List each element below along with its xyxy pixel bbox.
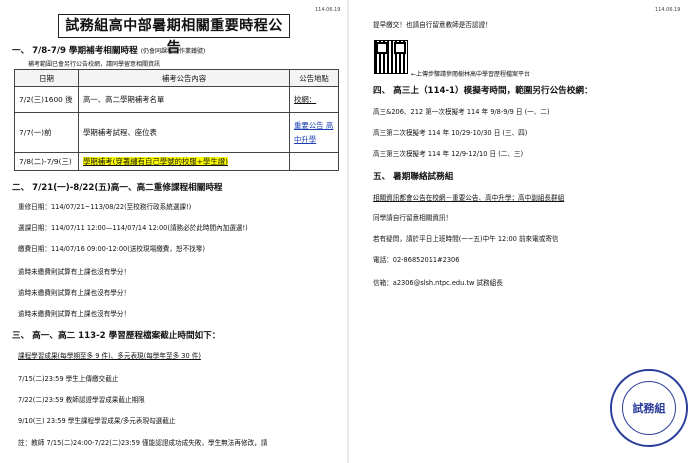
section-2-line: 逾時未繳費則試算有上課也沒有學分！ (18, 268, 131, 276)
makeup-exam-table: 日期 補考公告內容 公告地點 7/2(三)1600 後 高一、高二學期補考名單 … (14, 69, 339, 171)
phone-line: 電話：02-86852011#2306 (373, 256, 460, 264)
row-content: 學期補考試程、座位表 (78, 112, 290, 153)
row-place-link[interactable]: 重要公告 高中升學 (289, 112, 339, 153)
row-content: 學期補考(穿著繡有自己學號的校服+學生證) (78, 152, 290, 171)
section-3-line: 7/15(二)23:59 學生上傳繳交截止 (18, 375, 119, 383)
section-5-line: 若有疑問，請於平日上班時間(一~五)中午 12:00 前來電或寄信 (373, 235, 559, 243)
seal-inner: 試務組 (622, 381, 676, 435)
table-row: 7/8(二)-7/9(三) 學期補考(穿著繡有自己學號的校服+學生證) (14, 152, 339, 171)
col-date-header: 日期 (14, 69, 79, 87)
row-date: 7/7(一)前 (14, 112, 79, 153)
col-place-header: 公告地點 (289, 69, 339, 87)
row-date: 7/8(二)-7/9(三) (14, 152, 79, 171)
table-row: 7/7(一)前 學期補考試程、座位表 重要公告 高中升學 (14, 112, 339, 153)
section-3-heading: 三、 高一、高二 113-2 學習歷程檔案截止時間如下： (12, 331, 221, 341)
top-line: 提早繳交！也請自行留意教師是否認證！ (373, 21, 492, 29)
section-2-heading: 二、 7/21(一)-8/22(五)高一、高二重修課程相關時程 (12, 183, 223, 193)
section-4-line: 高三第三次模擬考 114 年 12/9-12/10 日 (二、三) (373, 150, 524, 158)
section-3-line: 9/10(三) 23:59 學生課程學習成果/多元表現勾選截止 (18, 417, 176, 425)
section-1-note: 補考範圍已會另行公告校網，請同學留意相關資訊 (28, 61, 161, 68)
section-2-line: 繳費日期：114/07/16 09:00-12:00(送校現場繳費，恕不找零) (18, 245, 205, 253)
table-row: 7/2(三)1600 後 高一、高二學期補考名單 校網： (14, 86, 339, 113)
section-2-line: 逾時未繳費則試算有上課也沒有學分！ (18, 289, 131, 297)
makeup-highlight: 學期補考(穿著繡有自己學號的校服+學生證) (83, 157, 228, 166)
section-2-line: 選課日期：114/07/11 12:00—114/07/14 12:00(請務必… (18, 224, 248, 232)
section-4-line: 高三第二次模擬考 114 年 10/29-10/30 日 (三、四) (373, 129, 528, 137)
section-5-line[interactable]: 相關資訊都會公告在校網－重要公告、高中升學；高中副組長群組 (373, 192, 564, 202)
seal-main-text: 試務組 (632, 402, 666, 415)
table-header-row: 日期 補考公告內容 公告地點 (14, 69, 339, 87)
section-4-line: 高三&206、212 第一次模擬考 114 年 9/8-9/9 日 (一、二) (373, 108, 550, 116)
qr-caption: ←上傳步驟請參閱樹林高中學習歷程檔案平台 (411, 71, 531, 78)
section-3-sub: 課程學習成果(每學期至多 9 件)、多元表現(每學年至多 30 件) (18, 352, 201, 360)
row-place (289, 152, 339, 171)
section-1-heading: 一、 7/8-7/9 學期補考相關時程 (仍會同課程暨作業鐵號) (12, 46, 206, 56)
section-5-heading: 五、 暑期聯絡試務組 (373, 172, 454, 182)
row-place: 校網： (289, 86, 339, 113)
section-5-line: 同學請自行留意相關資訊！ (373, 214, 453, 222)
row-content: 高一、高二學期補考名單 (78, 86, 290, 113)
section-2-line: 逾時未繳費則試算有上課也沒有學分！ (18, 310, 131, 318)
section-3-line: 7/22(二)23:59 教師認證學習成果截止期限 (18, 396, 145, 404)
page-title: 試務組高中部暑期相關重要時程公告 (58, 14, 290, 56)
section-4-heading: 四、 高三上（114-1）模擬考時間，範圍另行公告校網： (373, 86, 593, 96)
office-seal: 試務組 (610, 369, 688, 447)
col-content-header: 補考公告內容 (78, 69, 290, 87)
date-stamp: 114.06.19 (315, 7, 341, 13)
section-3-line: 註：教師 7/15(二)24:00-7/22(二)23:59 僅能認證成功成失敗… (18, 439, 268, 447)
qr-code-icon[interactable] (374, 40, 408, 74)
row-date: 7/2(三)1600 後 (14, 86, 79, 113)
left-page: 114.06.19 試務組高中部暑期相關重要時程公告 一、 7/8-7/9 學期… (0, 0, 347, 463)
right-page: 114.06.19 提早繳交！也請自行留意教師是否認證！ ←上傳步驟請參閱樹林高… (349, 0, 700, 463)
section-2-line: 重修日期：114/07/21~113/08/22(至校務行政系統選課!) (18, 203, 192, 211)
date-stamp: 114.06.19 (655, 7, 681, 13)
email-line[interactable]: 信箱：a2306@slsh.ntpc.edu.tw 試務組長 (373, 277, 503, 287)
